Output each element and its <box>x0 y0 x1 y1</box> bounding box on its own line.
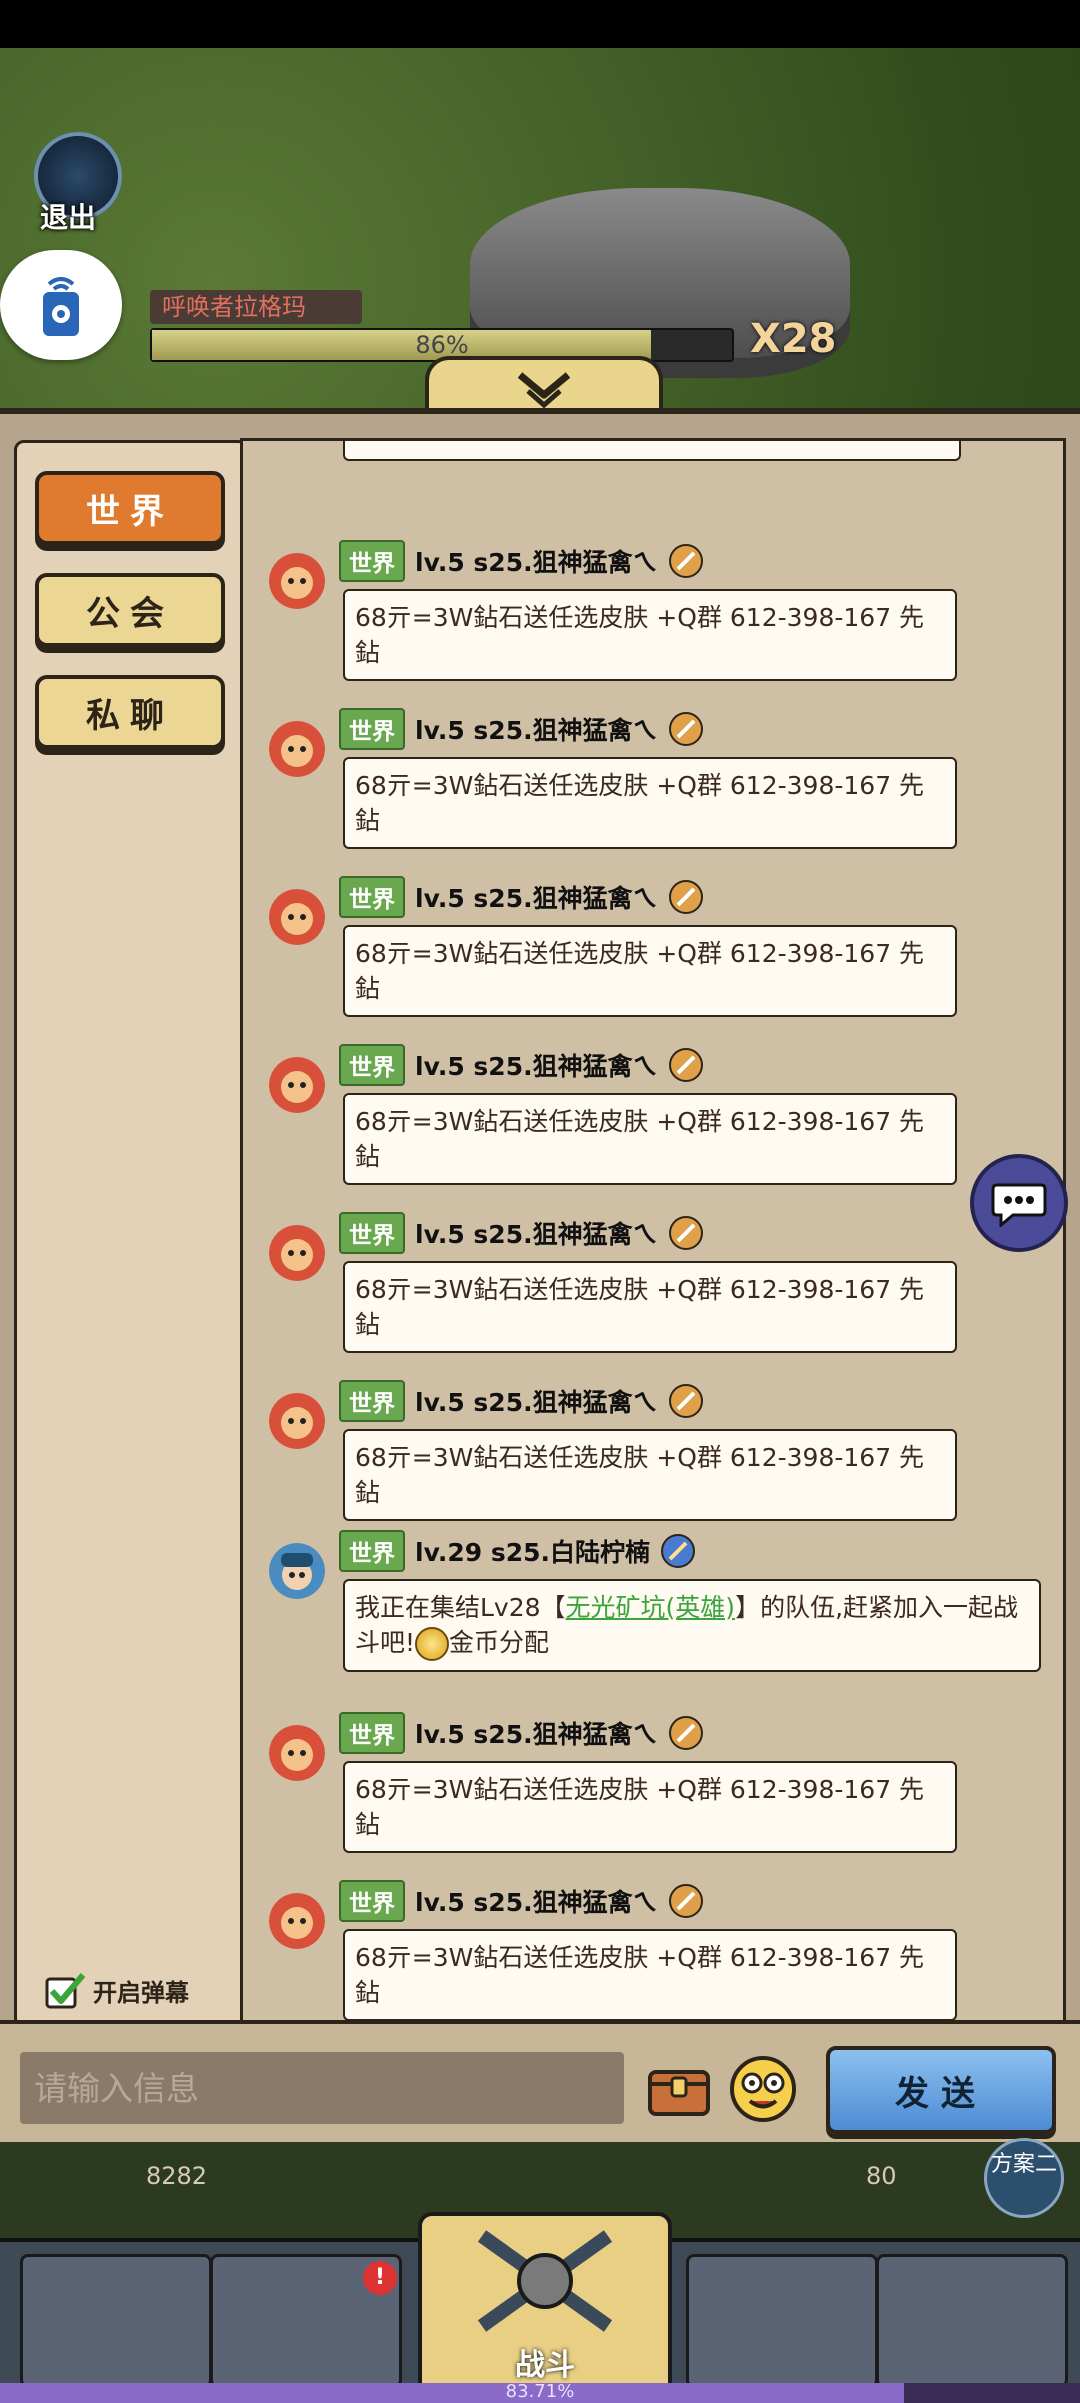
floating-assistant-button[interactable] <box>0 250 122 360</box>
emoji-icon[interactable] <box>728 2054 798 2124</box>
exp-progress-bar: 83.71% <box>0 2381 1080 2403</box>
boss-hp-percent: 86% <box>415 331 469 359</box>
send-button[interactable]: 发送 <box>826 2046 1056 2134</box>
rank-sword-icon <box>668 1384 703 1418</box>
chat-bubble-button[interactable] <box>970 1154 1068 1252</box>
battle-label: 战斗 <box>515 2348 575 2383</box>
boss-name: 呼唤者拉格玛 <box>150 290 362 324</box>
dungeon-link[interactable]: 无光矿坑(英雄) <box>566 1593 736 1622</box>
gold-coin-icon <box>415 1627 450 1661</box>
avatar[interactable] <box>269 889 325 945</box>
chevron-down-icon <box>517 372 571 409</box>
message-bubble: 68亓=3W鉆石送任选皮肤 +Q群 612-398-167 先鉆 <box>343 1929 957 2021</box>
channel-badge: 世界 <box>339 540 405 582</box>
bottom-game-area: 8282 80 方案二 ! 战斗 83.71% <box>0 2138 1080 2403</box>
message-header: 世界 lv.5 s25.狙神猛禽ㄟ <box>339 876 704 918</box>
rank-sword-icon <box>668 1884 703 1918</box>
multiplier: X28 <box>750 316 837 362</box>
username[interactable]: lv.5 s25.狙神猛禽ㄟ <box>415 1215 658 1251</box>
message-header: 世界 lv.5 s25.狙神猛禽ㄟ <box>339 1712 704 1754</box>
battle-button[interactable]: 战斗 <box>418 2212 672 2396</box>
nav-item-1[interactable] <box>20 2254 212 2388</box>
message-bubble: 68亓=3W鉆石送任选皮肤 +Q群 612-398-167 先鉆 <box>343 1429 957 1521</box>
channel-badge: 世界 <box>339 1880 405 1922</box>
channel-badge: 世界 <box>339 1212 405 1254</box>
partial-message-bubble <box>343 441 961 461</box>
rank-sword-icon <box>668 1216 703 1250</box>
channel-badge: 世界 <box>339 1380 405 1422</box>
message-input[interactable] <box>20 2052 624 2124</box>
invite-text-before: 我正在集结Lv28【 <box>355 1593 566 1622</box>
tab-world[interactable]: 世界 <box>35 471 225 545</box>
channel-badge: 世界 <box>339 1044 405 1086</box>
avatar[interactable] <box>269 553 325 609</box>
message-header: 世界 lv.29 s25.白陆柠楠 <box>339 1530 696 1572</box>
chat-panel: 世界 公会 私聊 开启弹幕 世界 lv.5 s25.狙神猛禽ㄟ 68亓=3W鉆石… <box>0 408 1080 2028</box>
nav-item-5[interactable] <box>876 2254 1068 2388</box>
avatar[interactable] <box>269 1725 325 1781</box>
nav-item-2[interactable]: ! <box>210 2254 402 2388</box>
channel-badge: 世界 <box>339 876 405 918</box>
message-bubble: 68亓=3W鉆石送任选皮肤 +Q群 612-398-167 先鉆 <box>343 1093 957 1185</box>
chest-icon[interactable] <box>646 2054 712 2120</box>
username[interactable]: lv.5 s25.狙神猛禽ㄟ <box>415 1883 658 1919</box>
rank-sword-icon <box>668 712 703 746</box>
rank-sword-icon <box>668 1716 703 1750</box>
username[interactable]: lv.5 s25.狙神猛禽ㄟ <box>415 1047 658 1083</box>
speaker-icon <box>43 277 79 336</box>
channel-badge: 世界 <box>339 1530 405 1572</box>
crossed-swords-icon <box>477 2230 613 2332</box>
right-stat: 80 <box>866 2162 897 2190</box>
username[interactable]: lv.5 s25.狙神猛禽ㄟ <box>415 543 658 579</box>
username[interactable]: lv.5 s25.狙神猛禽ㄟ <box>415 879 658 915</box>
avatar[interactable] <box>269 1225 325 1281</box>
message-header: 世界 lv.5 s25.狙神猛禽ㄟ <box>339 708 704 750</box>
danmaku-toggle[interactable]: 开启弹幕 <box>45 1971 189 2009</box>
message-header: 世界 lv.5 s25.狙神猛禽ㄟ <box>339 1044 704 1086</box>
username[interactable]: lv.5 s25.狙神猛禽ㄟ <box>415 1715 658 1751</box>
message-header: 世界 lv.5 s25.狙神猛禽ㄟ <box>339 540 704 582</box>
message-bubble: 68亓=3W鉆石送任选皮肤 +Q群 612-398-167 先鉆 <box>343 757 957 849</box>
channel-badge: 世界 <box>339 708 405 750</box>
status-bar <box>0 0 1080 48</box>
rank-staff-icon <box>661 1534 695 1568</box>
plan-button[interactable]: 方案二 <box>984 2138 1064 2218</box>
avatar[interactable] <box>269 1543 325 1599</box>
exp-progress-text: 83.71% <box>505 2381 575 2402</box>
notification-badge: ! <box>363 2261 397 2295</box>
left-stat: 8282 <box>146 2162 208 2190</box>
avatar[interactable] <box>269 1893 325 1949</box>
checkbox-checked-icon <box>45 1973 86 2009</box>
speech-bubble-icon <box>991 1183 1047 1227</box>
username[interactable]: lv.29 s25.白陆柠楠 <box>415 1533 650 1569</box>
channel-badge: 世界 <box>339 1712 405 1754</box>
avatar[interactable] <box>269 1393 325 1449</box>
rank-sword-icon <box>668 1048 703 1082</box>
nav-item-4[interactable] <box>686 2254 878 2388</box>
channel-sidebar: 世界 公会 私聊 开启弹幕 <box>14 440 248 2028</box>
danmaku-label: 开启弹幕 <box>93 1978 189 2007</box>
exit-label: 退出 <box>40 201 97 234</box>
message-bubble: 68亓=3W鉆石送任选皮肤 +Q群 612-398-167 先鉆 <box>343 1761 957 1853</box>
message-list[interactable]: 世界 lv.5 s25.狙神猛禽ㄟ 68亓=3W鉆石送任选皮肤 +Q群 612-… <box>240 438 1066 2024</box>
rank-sword-icon <box>668 544 703 578</box>
message-bubble: 68亓=3W鉆石送任选皮肤 +Q群 612-398-167 先鉆 <box>343 1261 957 1353</box>
message-bubble: 68亓=3W鉆石送任选皮肤 +Q群 612-398-167 先鉆 <box>343 925 957 1017</box>
avatar[interactable] <box>269 721 325 777</box>
message-header: 世界 lv.5 s25.狙神猛禽ㄟ <box>339 1212 704 1254</box>
message-bubble: 68亓=3W鉆石送任选皮肤 +Q群 612-398-167 先鉆 <box>343 589 957 681</box>
message-header: 世界 lv.5 s25.狙神猛禽ㄟ <box>339 1880 704 1922</box>
rank-sword-icon <box>668 880 703 914</box>
username[interactable]: lv.5 s25.狙神猛禽ㄟ <box>415 1383 658 1419</box>
message-header: 世界 lv.5 s25.狙神猛禽ㄟ <box>339 1380 704 1422</box>
avatar[interactable] <box>269 1057 325 1113</box>
tab-guild[interactable]: 公会 <box>35 573 225 647</box>
team-invite-bubble: 我正在集结Lv28【无光矿坑(英雄)】的队伍,赶紧加入一起战斗吧! 金币分配 <box>343 1579 1041 1672</box>
coin-distribution-text: 金币分配 <box>449 1628 550 1657</box>
tab-private[interactable]: 私聊 <box>35 675 225 749</box>
username[interactable]: lv.5 s25.狙神猛禽ㄟ <box>415 711 658 747</box>
input-bar: 发送 <box>0 2020 1080 2148</box>
